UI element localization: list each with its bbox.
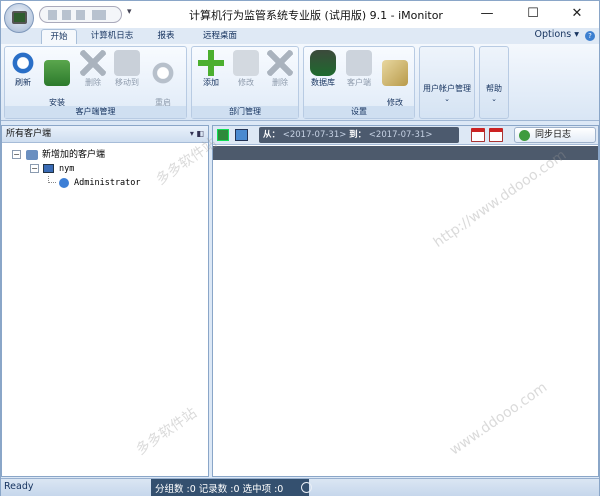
chevron-down-icon: ⌄	[491, 95, 497, 103]
title-bar: ▾ 计算机行为监管系统专业版 (试用版) 9.1 - iMonitor — ☐ …	[1, 1, 599, 33]
app-menu-button[interactable]	[4, 3, 34, 33]
minimize-button[interactable]: —	[465, 1, 509, 27]
monitor-icon	[12, 11, 27, 24]
install-icon	[44, 60, 70, 86]
client-management-group: 刷新 安装 客户端 删除 移动到 重启 客户端 客户端管理	[4, 46, 187, 119]
quick-access-toolbar	[39, 6, 122, 23]
tab-remote-desktop[interactable]: 远程桌面	[193, 29, 247, 44]
log-panel: 从： <2017-07-31> 到： <2017-07-31> 同步日志	[212, 125, 599, 477]
collapse-icon[interactable]: −	[12, 150, 21, 159]
window-title: 计算机行为监管系统专业版 (试用版) 9.1 - iMonitor	[189, 9, 443, 22]
user-icon	[59, 178, 69, 188]
date-from-label: 从：	[263, 130, 281, 140]
edit-icon	[233, 50, 259, 76]
sync-log-label: 同步日志	[535, 130, 572, 140]
date-range-selector[interactable]: 从： <2017-07-31> 到： <2017-07-31>	[259, 127, 459, 143]
client-settings-label: 客户端	[347, 78, 371, 87]
refresh-button[interactable]: 刷新	[8, 50, 38, 88]
qat-dropdown-icon[interactable]: ▾	[127, 7, 132, 17]
client-panel-title: 所有客户端	[6, 129, 52, 139]
calendar-icon[interactable]	[489, 128, 503, 142]
tab-computer-log[interactable]: 计算机日志	[85, 29, 139, 44]
client-panel-header: 所有客户端 ▾ ◧	[2, 126, 208, 143]
date-to-value[interactable]: <2017-07-31>	[369, 130, 433, 140]
zoom-icon[interactable]	[301, 482, 312, 493]
refresh-icon	[10, 50, 36, 76]
chart-icon[interactable]	[48, 10, 57, 20]
speaker-icon[interactable]	[76, 10, 85, 20]
options-menu[interactable]: Options ▾	[535, 29, 579, 40]
delete-client-button[interactable]: 删除	[78, 50, 108, 88]
tree-item-nym[interactable]: − nym	[30, 162, 180, 176]
maximize-button[interactable]: ☐	[511, 1, 555, 27]
add-label: 添加	[203, 78, 219, 87]
delete-icon	[267, 50, 293, 76]
date-from-value[interactable]: <2017-07-31>	[283, 130, 347, 140]
client-settings-icon	[346, 50, 372, 76]
computer-icon	[43, 164, 54, 173]
delete-client-label: 删除	[85, 78, 101, 87]
database-label: 数据库	[311, 78, 335, 87]
group-icon	[26, 150, 38, 160]
user-account-management-button[interactable]: 用户帐户管理 ⌄	[419, 46, 475, 119]
client-group-label: 客户端管理	[5, 106, 186, 118]
language-icon	[382, 60, 408, 86]
chevron-down-icon: ⌄	[444, 95, 450, 103]
close-button[interactable]: ✕	[555, 1, 599, 27]
tree-item-label: nym	[59, 164, 75, 174]
tab-start[interactable]: 开始	[41, 29, 77, 44]
settings-group: 数据库 客户端 修改 语言 设置	[303, 46, 415, 119]
help-button[interactable]: 帮助 ⌄	[479, 46, 509, 119]
move-to-label: 移动到	[115, 78, 139, 87]
move-to-button[interactable]: 移动到	[112, 50, 142, 88]
restart-icon	[150, 60, 176, 86]
excel-icon[interactable]	[217, 129, 229, 141]
sync-icon	[519, 130, 530, 141]
sync-log-button[interactable]: 同步日志	[514, 127, 596, 143]
calendar-icon[interactable]	[471, 128, 485, 142]
screen-icon[interactable]	[235, 129, 248, 141]
edit-department-button[interactable]: 修改	[231, 50, 261, 88]
delete-icon	[80, 50, 106, 76]
dept-group-label: 部门管理	[192, 106, 298, 118]
tab-reports[interactable]: 报表	[149, 29, 183, 44]
user-account-label: 用户帐户管理	[423, 84, 471, 93]
edit-label: 修改	[238, 78, 254, 87]
settings-group-label: 设置	[304, 106, 414, 118]
log-header-bar	[213, 146, 598, 160]
status-ready: Ready	[4, 481, 34, 492]
client-settings-button[interactable]: 客户端	[344, 50, 374, 88]
tree-item-label: 新增加的客户端	[42, 150, 106, 160]
log-toolbar: 从： <2017-07-31> 到： <2017-07-31> 同步日志	[213, 126, 598, 145]
delete-department-button[interactable]: 删除	[265, 50, 295, 88]
status-bar: Ready 分组数 :0 记录数 :0 选中项 :0	[1, 478, 599, 496]
help-icon[interactable]: ?	[585, 31, 595, 41]
tree-item-label: Administrator	[74, 178, 141, 188]
client-tree-panel: 所有客户端 ▾ ◧ − 新增加的客户端 − nym Administrator	[1, 125, 209, 477]
chart-icon[interactable]	[62, 10, 71, 20]
pin-icon[interactable]: ▾ ◧	[190, 126, 204, 142]
status-counts: 分组数 :0 记录数 :0 选中项 :0	[155, 484, 284, 495]
toggle-icon[interactable]	[92, 10, 106, 20]
database-icon	[310, 50, 336, 76]
ribbon-tabs: 开始 计算机日志 报表 远程桌面 Options ▾ ?	[1, 28, 599, 44]
refresh-label: 刷新	[15, 78, 31, 87]
delete-dept-label: 删除	[272, 78, 288, 87]
tree-item-administrator[interactable]: Administrator	[46, 176, 196, 190]
app-window: ▾ 计算机行为监管系统专业版 (试用版) 9.1 - iMonitor — ☐ …	[0, 0, 600, 496]
collapse-icon[interactable]: −	[30, 164, 39, 173]
tree-item-new-clients[interactable]: − 新增加的客户端	[12, 148, 182, 162]
add-department-button[interactable]: 添加	[196, 50, 226, 88]
help-label: 帮助	[486, 84, 502, 93]
department-management-group: 添加 修改 删除 部门管理	[191, 46, 299, 119]
database-button[interactable]: 数据库	[308, 50, 338, 88]
move-icon	[114, 50, 140, 76]
tree-line	[48, 176, 56, 183]
date-to-label: 到：	[349, 130, 367, 140]
plus-icon	[198, 50, 224, 76]
ribbon: 刷新 安装 客户端 删除 移动到 重启 客户端 客户端管理	[1, 44, 599, 121]
